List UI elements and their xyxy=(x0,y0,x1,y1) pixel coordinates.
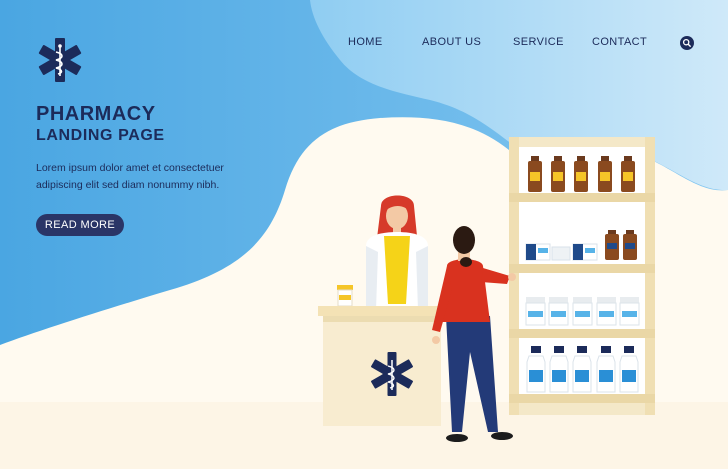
pharmacist-figure xyxy=(366,195,428,310)
pharmacy-scene-illustration xyxy=(0,137,728,469)
pill-jars xyxy=(525,297,640,326)
pharmacy-landing-page: HOME ABOUT US SERVICE CONTACT PHARMACY L… xyxy=(0,0,728,469)
pill-bottle xyxy=(337,285,353,307)
